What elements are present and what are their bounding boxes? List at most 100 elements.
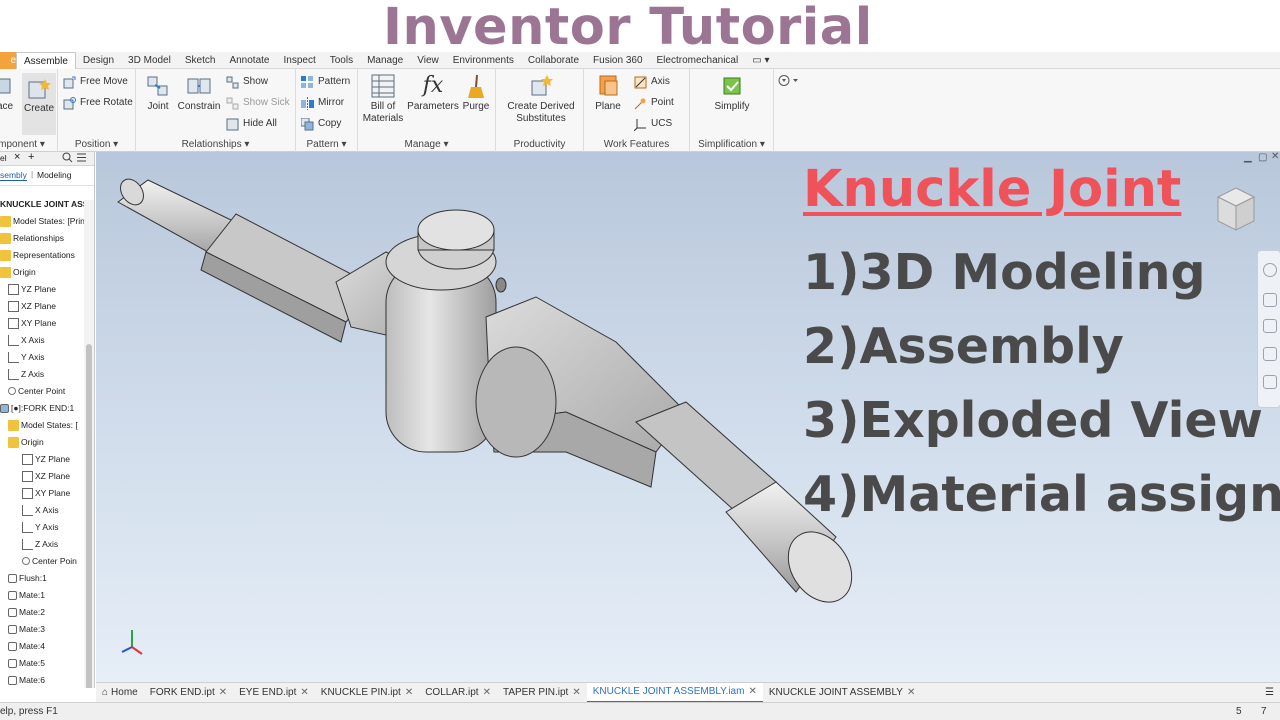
- pan-icon[interactable]: [1263, 293, 1277, 307]
- doc-tab-fork-end[interactable]: FORK END.ipt ✕: [144, 683, 233, 703]
- viewport-minimize-icon[interactable]: ▁: [1244, 152, 1252, 163]
- browser-scroll-thumb[interactable]: [86, 344, 92, 688]
- tree-representations[interactable]: Representations: [0, 247, 75, 263]
- close-icon[interactable]: ✕: [907, 683, 915, 703]
- tab-view[interactable]: View: [410, 52, 446, 69]
- doc-tab-assembly-iam[interactable]: KNUCKLE JOINT ASSEMBLY.iam ✕: [586, 682, 763, 703]
- pattern-button[interactable]: Pattern: [301, 74, 350, 90]
- group-label-component[interactable]: mponent ▾: [0, 139, 57, 150]
- copy-button[interactable]: Copy: [300, 116, 341, 132]
- close-icon[interactable]: ✕: [300, 683, 308, 703]
- view-cube-icon[interactable]: [1216, 186, 1256, 232]
- tree-fork-end[interactable]: [●]:FORK END:1: [0, 400, 74, 416]
- browser-tab-modeling[interactable]: Modeling: [37, 170, 72, 180]
- tab-manage[interactable]: Manage: [360, 52, 410, 69]
- doc-tab-taper-pin[interactable]: TAPER PIN.ipt ✕: [497, 683, 587, 703]
- tree-yz-plane[interactable]: YZ Plane: [8, 281, 56, 297]
- close-icon[interactable]: ✕: [405, 683, 413, 703]
- doc-tab-eye-end[interactable]: EYE END.ipt ✕: [233, 683, 315, 703]
- constrain-button[interactable]: Constrain: [176, 73, 222, 113]
- show-button[interactable]: Show: [226, 74, 268, 90]
- tree-fork-y-axis[interactable]: Y Axis: [22, 519, 58, 535]
- free-rotate-button[interactable]: Free Rotate: [63, 95, 133, 111]
- tab-tools[interactable]: Tools: [323, 52, 360, 69]
- tree-mate-5[interactable]: Mate:5: [8, 655, 45, 671]
- doc-tab-knuckle-pin[interactable]: KNUCKLE PIN.ipt ✕: [315, 683, 419, 703]
- look-at-icon[interactable]: [1263, 375, 1277, 389]
- group-label-manage[interactable]: Manage ▾: [358, 139, 495, 150]
- tree-fork-x-axis[interactable]: X Axis: [22, 502, 59, 518]
- place-button[interactable]: ace: [0, 73, 16, 113]
- tab-fusion-360[interactable]: Fusion 360: [586, 52, 649, 69]
- axis-button[interactable]: Axis: [634, 74, 670, 90]
- free-move-button[interactable]: Free Move: [63, 74, 128, 90]
- show-sick-button[interactable]: Show Sick: [226, 95, 290, 111]
- tree-relationships[interactable]: Relationships: [0, 230, 64, 246]
- tab-design[interactable]: Design: [76, 52, 121, 69]
- ribbon-display-options-icon[interactable]: ▭ ▾: [745, 52, 776, 69]
- tree-origin[interactable]: Origin: [0, 264, 36, 280]
- group-label-relationships[interactable]: Relationships ▾: [136, 139, 295, 150]
- purge-button[interactable]: Purge: [460, 73, 492, 113]
- tab-annotate[interactable]: Annotate: [222, 52, 276, 69]
- tree-model-states[interactable]: Model States: [Prin: [0, 213, 85, 229]
- steering-wheel-icon[interactable]: [1263, 263, 1277, 277]
- create-derived-substitutes-button[interactable]: Create Derived Substitutes: [500, 73, 582, 125]
- browser-add-icon[interactable]: +: [28, 152, 34, 163]
- tree-xy-plane[interactable]: XY Plane: [8, 315, 56, 331]
- viewport-restore-icon[interactable]: ▢: [1258, 152, 1267, 163]
- close-icon[interactable]: ✕: [572, 683, 580, 703]
- tree-mate-2[interactable]: Mate:2: [8, 604, 45, 620]
- plane-button[interactable]: Plane: [590, 73, 626, 113]
- tree-fork-center-point[interactable]: Center Poin: [22, 553, 77, 569]
- tree-fork-xz-plane[interactable]: XZ Plane: [22, 468, 70, 484]
- group-label-pattern[interactable]: Pattern ▾: [296, 139, 357, 150]
- tab-3d-model[interactable]: 3D Model: [121, 52, 178, 69]
- browser-close-icon[interactable]: ×: [14, 152, 20, 163]
- doc-tab-collar[interactable]: COLLAR.ipt ✕: [419, 683, 497, 703]
- viewport-close-icon[interactable]: ✕: [1271, 152, 1279, 162]
- close-icon[interactable]: ✕: [219, 683, 227, 703]
- mirror-button[interactable]: Mirror: [301, 95, 344, 111]
- close-icon[interactable]: ✕: [483, 683, 491, 703]
- doc-tab-assembly[interactable]: KNUCKLE JOINT ASSEMBLY ✕: [763, 683, 922, 703]
- tree-fork-xy-plane[interactable]: XY Plane: [22, 485, 70, 501]
- bill-of-materials-button[interactable]: Bill of Materials: [362, 73, 404, 125]
- tab-inspect[interactable]: Inspect: [276, 52, 322, 69]
- tree-xz-plane[interactable]: XZ Plane: [8, 298, 56, 314]
- tree-z-axis[interactable]: Z Axis: [8, 366, 44, 382]
- tree-assembly-root[interactable]: KNUCKLE JOINT ASSE: [0, 196, 94, 212]
- tab-collaborate[interactable]: Collaborate: [521, 52, 586, 69]
- tree-fork-model-states[interactable]: Model States: [: [8, 417, 78, 433]
- tree-fork-origin[interactable]: Origin: [8, 434, 44, 450]
- orbit-icon[interactable]: [1263, 347, 1277, 361]
- tab-file[interactable]: e: [0, 51, 16, 69]
- tree-mate-6[interactable]: Mate:6: [8, 672, 45, 688]
- tree-y-axis[interactable]: Y Axis: [8, 349, 44, 365]
- tree-mate-4[interactable]: Mate:4: [8, 638, 45, 654]
- tree-flush-1[interactable]: Flush:1: [8, 570, 47, 586]
- doc-tab-home[interactable]: ⌂ Home: [96, 683, 144, 703]
- tab-list-icon[interactable]: ☰: [1265, 687, 1280, 698]
- hide-all-button[interactable]: Hide All: [226, 116, 277, 132]
- joint-button[interactable]: Joint: [142, 73, 174, 113]
- tree-x-axis[interactable]: X Axis: [8, 332, 45, 348]
- tree-mate-3[interactable]: Mate:3: [8, 621, 45, 637]
- create-button[interactable]: Create: [22, 73, 56, 135]
- tree-fork-z-axis[interactable]: Z Axis: [22, 536, 58, 552]
- browser-search-icon[interactable]: [62, 152, 73, 165]
- tab-environments[interactable]: Environments: [446, 52, 521, 69]
- ribbon-options-icon[interactable]: [778, 72, 800, 88]
- ucs-button[interactable]: UCS: [633, 116, 672, 132]
- point-button[interactable]: Point: [634, 95, 674, 111]
- zoom-icon[interactable]: [1263, 319, 1277, 333]
- tab-assemble[interactable]: Assemble: [16, 51, 76, 69]
- group-label-position[interactable]: Position ▾: [58, 139, 135, 150]
- browser-tab-assembly[interactable]: sembly: [0, 170, 27, 181]
- tab-sketch[interactable]: Sketch: [178, 52, 223, 69]
- tree-center-point[interactable]: Center Point: [8, 383, 65, 399]
- tree-mate-1[interactable]: Mate:1: [8, 587, 45, 603]
- group-label-simplification[interactable]: Simplification ▾: [690, 139, 773, 150]
- tree-fork-yz-plane[interactable]: YZ Plane: [22, 451, 70, 467]
- tab-electromechanical[interactable]: Electromechanical: [650, 52, 746, 69]
